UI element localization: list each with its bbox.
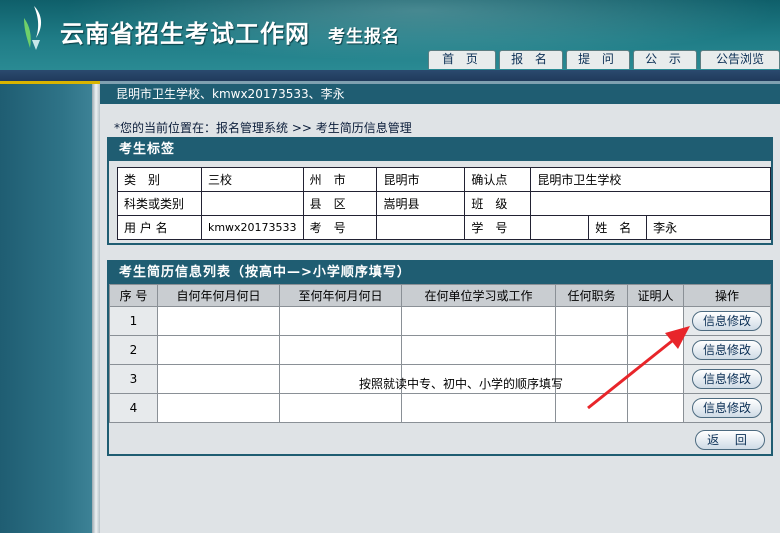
cell-to-date[interactable] (279, 335, 402, 365)
value-exam-no (376, 215, 466, 240)
cell-witness[interactable] (627, 393, 684, 423)
col-seq: 序 号 (109, 284, 158, 307)
value-county: 嵩明县 (376, 191, 466, 216)
col-position: 任何职务 (555, 284, 628, 307)
cell-action: 信息修改 (683, 335, 771, 365)
edit-info-button[interactable]: 信息修改 (692, 311, 762, 331)
cell-unit[interactable] (401, 306, 556, 336)
table-row: 4 信息修改 (109, 393, 771, 423)
cell-unit[interactable] (401, 393, 556, 423)
value-name: 李永 (646, 215, 771, 240)
value-subject (200, 191, 304, 216)
edit-info-button[interactable]: 信息修改 (692, 340, 762, 360)
label-student-no: 学 号 (464, 215, 532, 240)
site-logo-icon (24, 6, 42, 50)
cell-position[interactable] (555, 364, 628, 394)
label-name: 姓 名 (588, 215, 648, 240)
label-exam-no: 考 号 (302, 215, 378, 240)
label-username: 用 户 名 (117, 215, 202, 240)
cell-position[interactable] (555, 335, 628, 365)
col-witness: 证明人 (627, 284, 684, 307)
row-seq: 4 (109, 393, 158, 423)
left-sidebar (0, 84, 92, 533)
resume-history-title: 考生简历信息列表（按高中—>小学顺序填写） (109, 262, 771, 284)
row-seq: 3 (109, 364, 158, 394)
value-class (530, 191, 771, 216)
col-action: 操作 (683, 284, 771, 307)
site-subtitle: 考生报名 (328, 27, 400, 47)
top-bar (0, 70, 780, 84)
main-content: 昆明市卫生学校、kmwx20173533、李永 *您的当前位置在：报名管理系统 … (100, 84, 780, 533)
cell-from-date[interactable] (157, 393, 280, 423)
cell-action: 信息修改 (683, 364, 771, 394)
student-tag-table: 类 别 三校 州 市 昆明市 确认点 昆明市卫生学校 科类或类别 县 区 嵩明县… (117, 167, 771, 240)
col-unit: 在何单位学习或工作 (401, 284, 556, 307)
cell-action: 信息修改 (683, 393, 771, 423)
cell-to-date[interactable] (279, 393, 402, 423)
value-student-no (530, 215, 590, 240)
cell-witness[interactable] (627, 364, 684, 394)
nav-home[interactable]: 首 页 (428, 50, 496, 69)
site-header: 云南省招生考试工作网 考生报名 首 页 报 名 提 问 公 示 公告浏览 (0, 0, 780, 70)
cell-unit[interactable] (401, 335, 556, 365)
nav-register[interactable]: 报 名 (499, 50, 563, 69)
row-seq: 2 (109, 335, 158, 365)
cell-from-date[interactable] (157, 364, 280, 394)
cell-to-date[interactable] (279, 306, 402, 336)
annotation-text: 按照就读中专、初中、小学的顺序填写 (359, 377, 564, 391)
label-confirm-point: 确认点 (464, 167, 532, 192)
cell-position[interactable] (555, 393, 628, 423)
label-class: 班 级 (464, 191, 532, 216)
cell-position[interactable] (555, 306, 628, 336)
nav-announcements[interactable]: 公告浏览 (700, 50, 780, 69)
nav-publicity[interactable]: 公 示 (633, 50, 697, 69)
value-username: kmwx20173533 (200, 215, 304, 240)
col-to-date: 至何年何月何日 (279, 284, 402, 307)
back-button[interactable]: 返 回 (695, 430, 765, 450)
label-city: 州 市 (302, 167, 378, 192)
label-subject: 科类或类别 (117, 191, 202, 216)
edit-info-button[interactable]: 信息修改 (692, 369, 762, 389)
label-category: 类 别 (117, 167, 202, 192)
student-tag-title: 考生标签 (109, 139, 771, 161)
cell-action: 信息修改 (683, 306, 771, 336)
cell-from-date[interactable] (157, 306, 280, 336)
value-category: 三校 (200, 167, 304, 192)
student-tag-panel: 考生标签 类 别 三校 州 市 昆明市 确认点 昆明市卫生学校 科类或类别 县 … (107, 137, 773, 245)
resume-history-panel: 考生简历信息列表（按高中—>小学顺序填写） 序 号 自何年何月何日 至何年何月何… (107, 260, 773, 456)
cell-from-date[interactable] (157, 335, 280, 365)
value-confirm-point: 昆明市卫生学校 (530, 167, 771, 192)
row-seq: 1 (109, 306, 158, 336)
cell-witness[interactable] (627, 306, 684, 336)
table-header-row: 序 号 自何年何月何日 至何年何月何日 在何单位学习或工作 任何职务 证明人 操… (109, 284, 771, 307)
nav-ask[interactable]: 提 问 (566, 50, 630, 69)
label-county: 县 区 (302, 191, 378, 216)
breadcrumb: *您的当前位置在：报名管理系统 >> 考生简历信息管理 (114, 121, 412, 135)
table-row: 1 信息修改 (109, 306, 771, 336)
cell-witness[interactable] (627, 335, 684, 365)
left-sidebar-edge (92, 84, 100, 533)
resume-history-table: 序 号 自何年何月何日 至何年何月何日 在何单位学习或工作 任何职务 证明人 操… (109, 284, 771, 423)
edit-info-button[interactable]: 信息修改 (692, 398, 762, 418)
user-info-line: 昆明市卫生学校、kmwx20173533、李永 (100, 84, 780, 104)
value-city: 昆明市 (376, 167, 466, 192)
col-from-date: 自何年何月何日 (157, 284, 280, 307)
table-row: 2 信息修改 (109, 335, 771, 365)
site-title: 云南省招生考试工作网 (60, 20, 310, 48)
